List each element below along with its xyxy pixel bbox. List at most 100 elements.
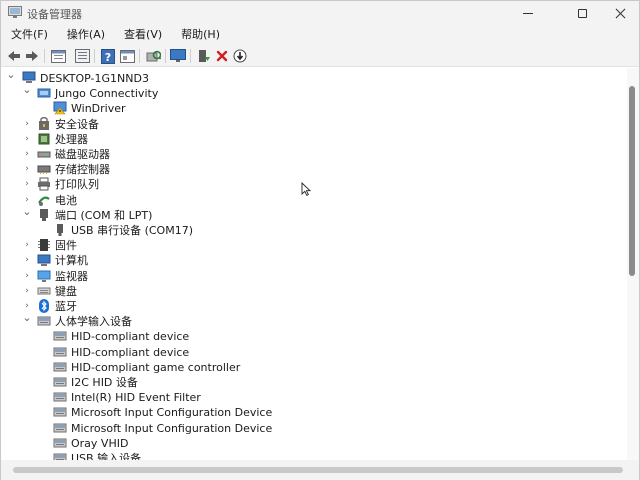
device-list-button[interactable] [74, 48, 90, 64]
tree-item[interactable]: › 监视器 [1, 269, 621, 284]
tree-item[interactable]: Oray VHID [1, 436, 621, 451]
tree-item-label: DESKTOP-1G1NND3 [40, 72, 149, 85]
download-icon [233, 49, 247, 63]
menu-view[interactable]: 查看(V) [119, 25, 167, 45]
toolbar-separator [190, 49, 191, 63]
tree-item-label: I2C HID 设备 [71, 376, 138, 389]
hid-icon [53, 392, 67, 402]
expand-chevron-down-icon[interactable]: ⌄ [22, 84, 32, 99]
vertical-scrollbar[interactable] [627, 68, 639, 460]
firmware-icon [38, 239, 50, 252]
download-button[interactable] [232, 48, 248, 64]
menu-file[interactable]: 文件(F) [6, 25, 53, 45]
tree-item[interactable]: › 固件 [1, 238, 621, 253]
collapse-chevron-right-icon[interactable]: › [22, 270, 32, 282]
hid-icon [53, 362, 67, 372]
tree-item[interactable]: USB 输入设备 [1, 451, 621, 460]
collapse-chevron-right-icon[interactable]: › [22, 285, 32, 297]
minimize-button[interactable] [506, 1, 550, 25]
expand-chevron-down-icon[interactable]: ⌄ [22, 206, 32, 221]
disk-drive-icon [37, 151, 51, 158]
view-button[interactable] [119, 48, 135, 64]
tree-item[interactable]: › 计算机 [1, 253, 621, 268]
tree-item[interactable]: › 磁盘驱动器 [1, 147, 621, 162]
collapse-chevron-right-icon[interactable]: › [22, 118, 32, 130]
collapse-chevron-right-icon[interactable]: › [22, 254, 32, 266]
minimize-icon [523, 12, 533, 14]
tree-item-label: USB 串行设备 (COM17) [71, 224, 193, 237]
collapse-chevron-right-icon[interactable]: › [22, 133, 32, 145]
bluetooth-icon [39, 299, 49, 313]
tree-item[interactable]: › 安全设备 [1, 116, 621, 132]
expand-chevron-down-icon[interactable]: ⌄ [22, 312, 32, 327]
tree-item[interactable]: ⌄ 人体学输入设备 [1, 312, 621, 329]
tree-item[interactable]: ⌄ Jungo Connectivity [1, 84, 621, 101]
forward-button[interactable] [24, 48, 40, 64]
back-button[interactable] [6, 48, 22, 64]
toolbar-separator [94, 49, 95, 63]
horizontal-scroll-thumb[interactable] [13, 467, 623, 473]
menu-bar: 文件(F) 操作(A) 查看(V) 帮助(H) [1, 25, 639, 45]
tree-item[interactable]: ⌄ 端口 (COM 和 LPT) [1, 206, 621, 223]
menu-help[interactable]: 帮助(H) [176, 25, 225, 45]
tree-item-label: USB 输入设备 [71, 452, 142, 460]
tree-item[interactable]: Intel(R) HID Event Filter [1, 390, 621, 405]
close-button[interactable] [598, 1, 640, 25]
tree-item-label: HID-compliant device [71, 330, 190, 344]
tree-item[interactable]: USB 串行设备 (COM17) [1, 223, 621, 238]
help-button[interactable]: ? [100, 48, 116, 64]
collapse-chevron-right-icon[interactable]: › [22, 148, 32, 160]
tree-item[interactable]: › 存储控制器 [1, 162, 621, 177]
device-tree[interactable]: ⌄ DESKTOP-1G1NND3 ⌄ Jungo Connectivity WinDr… [1, 68, 627, 460]
hid-icon [53, 423, 67, 433]
tree-item[interactable]: ⌄ DESKTOP-1G1NND3 [1, 69, 621, 86]
scan-hardware-button[interactable] [145, 48, 161, 64]
collapse-chevron-right-icon[interactable]: › [22, 300, 32, 312]
title-bar: 设备管理器 [1, 1, 639, 25]
update-driver-button[interactable] [196, 48, 212, 64]
tree-item[interactable]: Microsoft Input Configuration Device [1, 405, 621, 420]
tree-item[interactable]: HID-compliant game controller [1, 360, 621, 375]
collapse-chevron-right-icon[interactable]: › [22, 163, 32, 175]
tree-item[interactable]: › 打印队列 [1, 177, 621, 192]
serial-port-icon [57, 224, 63, 236]
tree-item[interactable]: I2C HID 设备 [1, 375, 621, 390]
tree-item-label: Oray VHID [71, 436, 129, 450]
tree-item[interactable]: › 蓝牙 [1, 299, 621, 314]
mouse-cursor-icon [301, 182, 311, 196]
computer-icon [37, 254, 51, 267]
tree-item[interactable]: HID-compliant device [1, 329, 621, 344]
tree-item[interactable]: WinDriver [1, 101, 621, 116]
tree-item-label: 存储控制器 [55, 163, 110, 177]
horizontal-scrollbar[interactable] [1, 460, 627, 480]
collapse-chevron-right-icon[interactable]: › [22, 194, 32, 206]
collapse-chevron-right-icon[interactable]: › [22, 239, 32, 251]
collapse-chevron-right-icon[interactable]: › [22, 178, 32, 190]
hid-icon [53, 438, 67, 448]
tree-item[interactable]: › 键盘 [1, 284, 621, 299]
back-arrow-icon [8, 51, 20, 61]
tree-item-label: 电池 [55, 193, 77, 207]
menu-action[interactable]: 操作(A) [62, 25, 110, 45]
hid-icon [37, 316, 51, 326]
tree-item-label: Intel(R) HID Event Filter [71, 391, 201, 405]
help-icon: ? [101, 48, 115, 64]
tree-item[interactable]: › 处理器 [1, 132, 621, 147]
tree-item[interactable]: HID-compliant device [1, 345, 621, 360]
view-icon [119, 49, 135, 63]
tree-item-label: HID-compliant device [71, 345, 190, 359]
svg-text:?: ? [105, 51, 111, 64]
maximize-icon [577, 8, 587, 18]
vertical-scroll-thumb[interactable] [629, 86, 635, 276]
expand-chevron-down-icon[interactable]: ⌄ [6, 69, 16, 84]
toolbar-separator [139, 49, 140, 63]
uninstall-button[interactable] [214, 48, 230, 64]
monitor-button[interactable] [170, 48, 186, 64]
hid-icon [53, 377, 67, 387]
tree-item[interactable]: Microsoft Input Configuration Device [1, 421, 621, 436]
device-manager-window: 设备管理器 文件(F) 操作(A) 查看(V) 帮助(H) ? ⌄ DESKTO… [0, 0, 640, 480]
tree-item[interactable]: › 电池 [1, 193, 621, 208]
properties-button[interactable] [50, 48, 66, 64]
scrollbar-corner [627, 460, 639, 480]
hid-icon [53, 453, 67, 460]
